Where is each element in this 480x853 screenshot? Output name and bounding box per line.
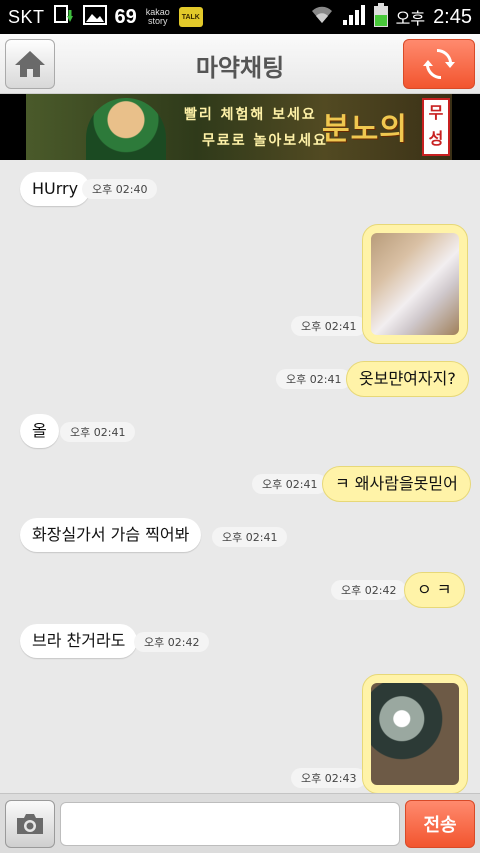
incoming-message[interactable]: 브라 찬거라도: [20, 624, 138, 658]
chat-area[interactable]: HUrry 오후 02:40 오후 02:41 오후 02:41 옷보먄여자지?…: [0, 160, 480, 794]
download-icon: [53, 4, 75, 31]
ad-banner[interactable]: 빨리 체험해 보세요 무료로 놀아보세요 분노의 무 성: [0, 94, 480, 160]
wifi-icon: [310, 5, 334, 29]
banner-character: [86, 98, 166, 160]
composer-bar: 전송: [0, 793, 480, 853]
send-button[interactable]: 전송: [405, 800, 475, 848]
banner-line1: 빨리 체험해 보세요: [184, 107, 317, 123]
carrier-label: SKT: [8, 6, 45, 27]
banner-seal-bottom: 성: [428, 129, 444, 148]
clock: 2:45: [433, 5, 472, 28]
kakaostory-icon: kakao story: [145, 7, 170, 26]
message-time: 오후 02:41: [252, 474, 328, 494]
banner-logo: 분노의: [322, 112, 408, 147]
camera-button[interactable]: [5, 800, 55, 848]
incoming-message[interactable]: 올: [20, 414, 59, 448]
refresh-button[interactable]: [403, 39, 475, 89]
banner-line2: 무료로 놀아보세요: [202, 133, 328, 149]
outgoing-message[interactable]: ㅇ ㅋ: [404, 572, 465, 608]
ad-banner-image[interactable]: 빨리 체험해 보세요 무료로 놀아보세요 분노의 무 성: [26, 94, 452, 160]
photo-thumbnail: [371, 683, 459, 785]
outgoing-photo[interactable]: [362, 224, 468, 344]
banner-seal-top: 무: [428, 103, 444, 122]
gallery-icon: [82, 4, 107, 30]
message-time: 오후 02:41: [60, 422, 136, 442]
kakaotalk-icon: TALK: [178, 7, 203, 27]
battery-icon: [373, 3, 388, 31]
message-time: 오후 02:43: [291, 768, 367, 788]
message-input[interactable]: [60, 802, 400, 846]
outgoing-message[interactable]: 옷보먄여자지?: [346, 361, 469, 397]
ampm-label: 오후: [395, 9, 426, 28]
chat-header: 마약채팅: [0, 34, 480, 94]
refresh-icon: [423, 48, 455, 80]
photo-thumbnail: [371, 233, 459, 335]
message-time: 오후 02:41: [212, 527, 288, 547]
status-bar: SKT 69 kakao story TALK 오후 2:45: [0, 0, 480, 34]
incoming-message[interactable]: HUrry: [20, 172, 91, 206]
banner-seal: 무 성: [422, 98, 450, 156]
message-time: 오후 02:40: [82, 179, 158, 199]
incoming-message[interactable]: 화장실가서 가슴 찍어봐: [20, 518, 202, 552]
message-time: 오후 02:42: [134, 632, 210, 652]
outgoing-photo[interactable]: [362, 674, 468, 794]
message-time: 오후 02:41: [276, 369, 352, 389]
signal-icon: [342, 4, 366, 30]
message-time: 오후 02:41: [291, 316, 367, 336]
notification-count: 69: [114, 5, 137, 28]
outgoing-message[interactable]: ㅋ 왜사람을못믿어: [322, 466, 471, 502]
camera-icon: [17, 814, 43, 834]
message-time: 오후 02:42: [331, 580, 407, 600]
